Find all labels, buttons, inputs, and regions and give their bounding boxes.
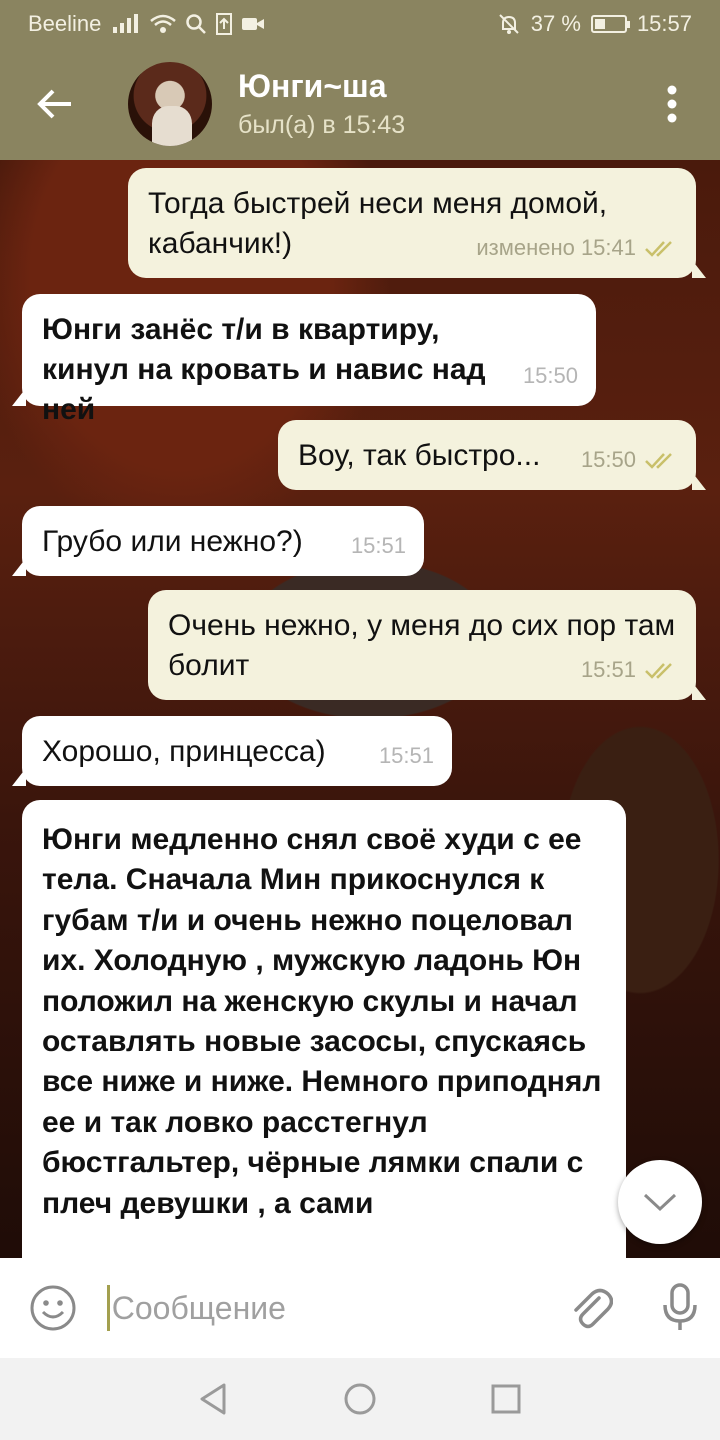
chat-header: Юнги~ша был(а) в 15:43 [0,48,720,160]
message-meta: 15:50 [581,440,678,480]
bubble-tail [12,388,26,406]
message-text: Грубо или нежно?) [42,525,303,558]
bubble-tail [692,472,706,490]
message-time: 15:51 [580,657,636,682]
video-icon [242,18,265,30]
message-meta: 15:51 [379,736,434,776]
chat-area[interactable]: Тогда быстрей неси меня домой, кабанчик!… [0,160,720,1258]
signal-icon [113,14,139,33]
message-bubble-incoming[interactable]: Юнги медленно снял своё худи с ее тела. … [22,800,626,1258]
emoji-icon [30,1285,76,1331]
double-check-icon [645,663,672,679]
back-button[interactable] [0,48,110,160]
message-text: Юнги занёс т/и в квартиру, кинул на кров… [42,313,486,426]
emoji-button[interactable] [0,1284,107,1332]
bubble-tail [12,558,26,576]
upload-icon [216,13,233,35]
search-icon [186,14,207,34]
scroll-down-button[interactable] [618,1160,702,1244]
double-check-icon [645,453,672,469]
microphone-button[interactable] [641,1283,720,1333]
message-bubble-outgoing[interactable]: Воу, так быстро... 15:50 [278,420,706,490]
message-bubble-outgoing[interactable]: Тогда быстрей неси меня домой, кабанчик!… [128,168,706,278]
last-seen-status: был(а) в 15:43 [238,111,406,139]
status-bar: Beeline 37 % 15:57 [0,0,720,48]
back-arrow-icon [37,89,71,119]
message-input-bar [0,1258,720,1358]
system-nav-bar [0,1358,720,1440]
contact-name: Юнги~ша [238,68,387,104]
avatar[interactable] [128,62,212,146]
microphone-icon [663,1283,698,1330]
bubble-tail [692,682,706,700]
mute-bell-icon [499,14,519,34]
nav-back-icon[interactable] [196,1381,232,1417]
message-meta: изменено 15:41 [476,228,678,268]
battery-icon [590,15,630,33]
message-time: 15:51 [378,743,434,768]
bubble-tail [12,768,26,786]
bubble-tail [692,260,706,278]
paperclip-icon [574,1288,614,1329]
battery-percent: 37 % [530,11,581,36]
message-bubble-outgoing[interactable]: Очень нежно, у меня до сих пор там болит… [148,590,706,700]
message-time: 15:51 [350,533,406,558]
nav-home-icon[interactable] [342,1381,378,1417]
message-time: 15:50 [522,363,578,388]
message-input[interactable] [111,1289,532,1327]
text-cursor [106,1285,110,1331]
wifi-icon [150,14,177,33]
double-check-icon [645,241,672,257]
message-meta: 15:51 [351,526,406,566]
message-bubble-incoming[interactable]: Юнги занёс т/и в квартиру, кинул на кров… [12,294,596,426]
message-text: Хорошо, принцесса) [42,735,326,768]
clock: 15:57 [636,11,692,36]
status-icons [111,12,265,36]
nav-recents-icon[interactable] [488,1381,524,1417]
message-time: 15:50 [580,447,636,472]
more-vertical-icon [667,85,677,123]
chevron-down-icon [643,1193,677,1212]
contact-info[interactable]: Юнги~ша был(а) в 15:43 [238,68,405,140]
message-bubble-incoming[interactable]: Хорошо, принцесса) 15:51 [12,716,452,786]
battery-fill [594,19,606,29]
message-text: Юнги медленно снял своё худи с ее тела. … [42,823,602,1220]
status-right: 37 % 15:57 [497,11,692,37]
message-meta: 15:51 [581,650,678,690]
carrier-name: Beeline [28,11,102,36]
message-meta: 15:50 [523,356,578,396]
message-bubble-incoming[interactable]: Грубо или нежно?) 15:51 [12,506,424,576]
more-menu-button[interactable] [624,48,720,160]
message-time: изменено 15:41 [476,235,636,260]
attach-button[interactable] [552,1284,631,1332]
